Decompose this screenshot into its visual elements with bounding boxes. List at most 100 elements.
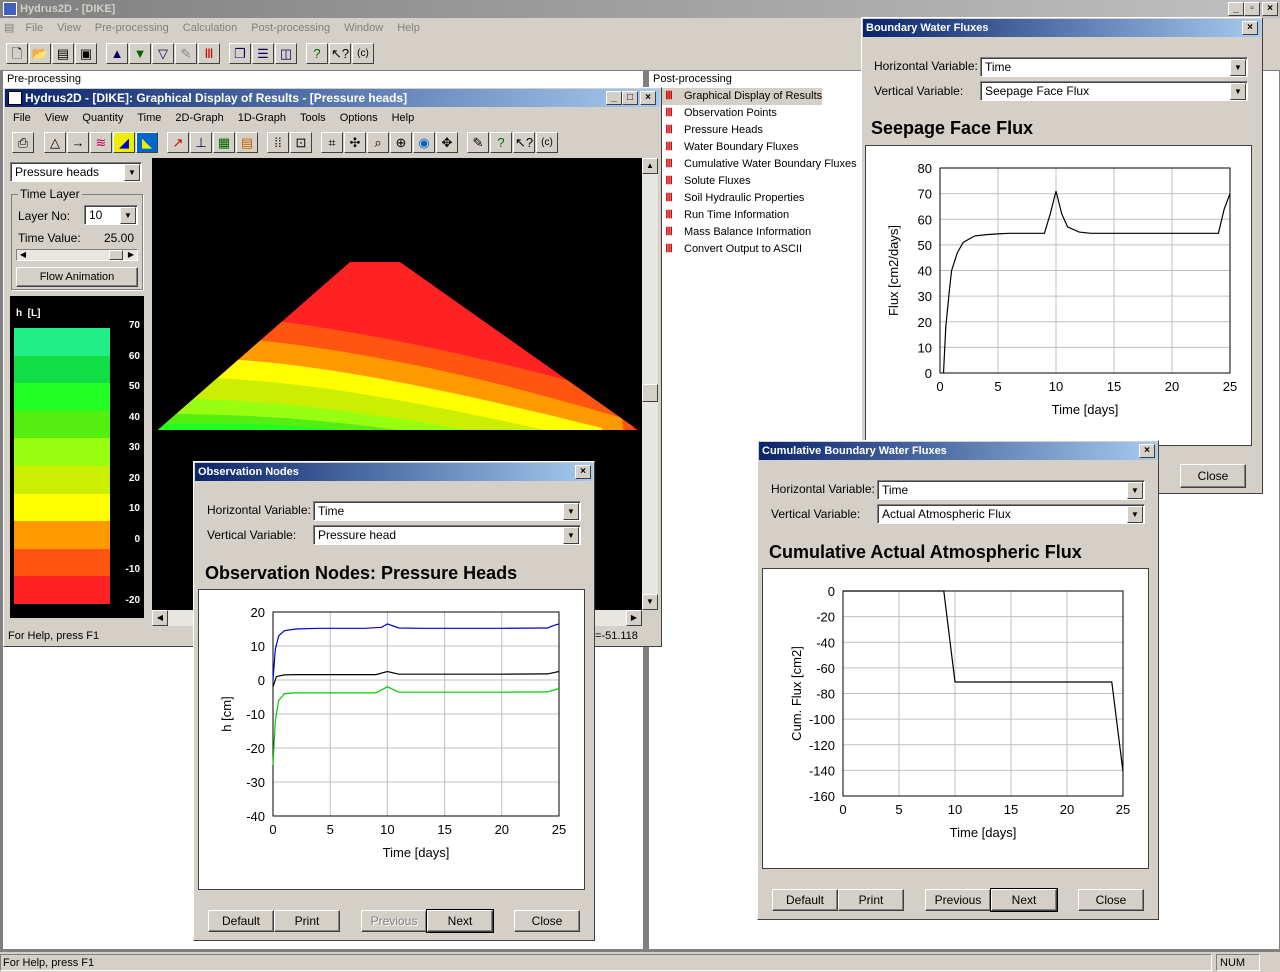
post-item[interactable]: Ⅲ Solute Fluxes [660,173,750,190]
flow-animation-button[interactable]: Flow Animation [16,267,138,287]
post-item[interactable]: Ⅲ Observation Points [660,105,777,122]
results-menu-2d-graph[interactable]: 2D-Graph [168,108,230,128]
open-folder-icon[interactable]: 📂 [29,43,51,64]
color-spectrum-icon[interactable]: ◣ [136,132,158,153]
chevron-down-icon[interactable]: ▼ [563,527,579,544]
help-icon[interactable]: ? [306,43,328,64]
results-help-icon[interactable]: ? [490,132,512,153]
context-help-icon[interactable]: ↖? [329,43,351,64]
post-item[interactable]: Ⅲ Graphical Display of Results [660,88,823,105]
zoom-extents-icon[interactable]: ⌗ [321,132,343,153]
observation-print-button[interactable]: Print [274,910,340,932]
results-copyright-icon[interactable]: (c) [536,132,558,153]
move-icon[interactable]: ✥ [436,132,458,153]
observation-close-icon[interactable]: × [575,465,591,479]
cross-section-icon[interactable]: ⊥ [190,132,212,153]
cumulative-hvar-select[interactable]: Time ▼ [877,480,1145,500]
chevron-down-icon[interactable]: ▼ [124,164,140,181]
mesh-dots-icon[interactable]: ⁞⁞ [267,132,289,153]
vertical-scrollbar[interactable]: ▲ ▼ [642,158,658,610]
zoom-in-icon[interactable]: ⊕ [390,132,412,153]
observation-default-button[interactable]: Default [208,910,274,932]
scroll-left-icon[interactable]: ◀ [152,610,168,626]
app-minimize-button[interactable]: _ [1228,2,1244,16]
boundary-close-icon[interactable]: × [1242,21,1258,35]
scroll-thumb[interactable] [642,384,658,402]
post-item[interactable]: Ⅲ Water Boundary Fluxes [660,139,798,156]
print-icon[interactable]: ⎙ [12,132,34,153]
velocity-vectors-icon[interactable]: ↗ [167,132,189,153]
arrow-right-icon[interactable]: → [67,132,89,153]
new-file-icon[interactable]: 🗋 [6,43,28,64]
cumulative-close-icon[interactable]: × [1139,444,1155,458]
results-close-button[interactable]: × [640,91,656,105]
zoom-icon[interactable]: ⌕ [367,132,389,153]
contours-icon[interactable]: ≋ [90,132,112,153]
scroll-right-icon[interactable]: ▶ [626,610,642,626]
menu-preprocessing[interactable]: Pre-processing [88,18,176,38]
boundary-vvar-select[interactable]: Seepage Face Flux ▼ [980,81,1248,101]
observation-close-button[interactable]: Close [514,910,580,932]
time-slider[interactable]: ◀ ▶ [16,249,138,261]
tile-horizontal-icon[interactable]: ☰ [252,43,274,64]
results-icon[interactable]: Ⅲ [198,43,220,64]
copyright-icon[interactable]: (c) [352,43,374,64]
geometry-icon[interactable]: ▲ [106,43,128,64]
observation-graph-icon[interactable]: ▤ [236,132,258,153]
slider-right-icon[interactable]: ▶ [125,250,137,260]
chevron-down-icon[interactable]: ▼ [563,503,579,520]
cumulative-vvar-select[interactable]: Actual Atmospheric Flux ▼ [877,504,1145,524]
menu-view[interactable]: View [50,18,88,38]
scroll-up-icon[interactable]: ▲ [642,158,658,174]
slider-left-icon[interactable]: ◀ [17,250,29,260]
geometry-view-icon[interactable]: △ [44,132,66,153]
results-maximize-button[interactable]: □ [622,91,638,105]
chevron-down-icon[interactable]: ▼ [1230,83,1246,100]
post-item[interactable]: Ⅲ Cumulative Water Boundary Fluxes [660,156,856,173]
results-menu-time[interactable]: Time [130,108,168,128]
edit-pencil-icon[interactable]: ✎ [467,132,489,153]
results-menu-help[interactable]: Help [385,108,422,128]
app-close-button[interactable]: × [1262,2,1278,16]
results-minimize-button[interactable]: _ [606,91,622,105]
boundary-close-button[interactable]: Close [1180,464,1246,488]
cumulative-close-button[interactable]: Close [1078,889,1144,911]
post-item[interactable]: Ⅲ Convert Output to ASCII [660,241,802,258]
boundary-hvar-select[interactable]: Time ▼ [980,57,1248,77]
layer-no-select[interactable]: 10 ▼ [84,205,138,225]
results-menu-1d-graph[interactable]: 1D-Graph [231,108,293,128]
project-manager-icon[interactable]: ▤ [52,43,74,64]
cumulative-next-button[interactable]: Next [990,888,1058,912]
chevron-down-icon[interactable]: ▼ [120,207,136,224]
chevron-down-icon[interactable]: ▼ [1127,506,1143,523]
color-map-icon[interactable]: ◢ [113,132,135,153]
slider-thumb[interactable] [109,250,123,260]
observation-previous-button[interactable]: Previous [361,910,427,932]
menu-window[interactable]: Window [337,18,390,38]
mesh-icon[interactable]: ▼ [129,43,151,64]
menu-postprocessing[interactable]: Post-processing [244,18,337,38]
results-menu-view[interactable]: View [38,108,76,128]
post-item[interactable]: Ⅲ Soil Hydraulic Properties [660,190,804,207]
app-menu-icon[interactable]: ▤ [0,18,18,38]
post-item[interactable]: Ⅲ Mass Balance Information [660,224,811,241]
quantity-select[interactable]: Pressure heads ▼ [10,162,142,182]
chevron-down-icon[interactable]: ▼ [1230,59,1246,76]
cascade-icon[interactable]: ❐ [229,43,251,64]
boundary-graph-icon[interactable]: ▦ [213,132,235,153]
cumulative-print-button[interactable]: Print [838,889,904,911]
observation-vvar-select[interactable]: Pressure head ▼ [313,525,581,545]
menu-calculation[interactable]: Calculation [176,18,244,38]
results-menu-options[interactable]: Options [333,108,385,128]
pan-icon[interactable]: ✣ [344,132,366,153]
boundary-icon[interactable]: ▽ [152,43,174,64]
zoom-box-icon[interactable]: ⊡ [290,132,312,153]
tile-vertical-icon[interactable]: ◫ [275,43,297,64]
cumulative-previous-button[interactable]: Previous [925,889,991,911]
save-icon[interactable]: ▣ [75,43,97,64]
chevron-down-icon[interactable]: ▼ [1127,482,1143,499]
material-icon[interactable]: ✎ [175,43,197,64]
results-context-help-icon[interactable]: ↖? [513,132,535,153]
app-restore-button[interactable]: ▫ [1244,2,1260,16]
results-menu-tools[interactable]: Tools [293,108,333,128]
